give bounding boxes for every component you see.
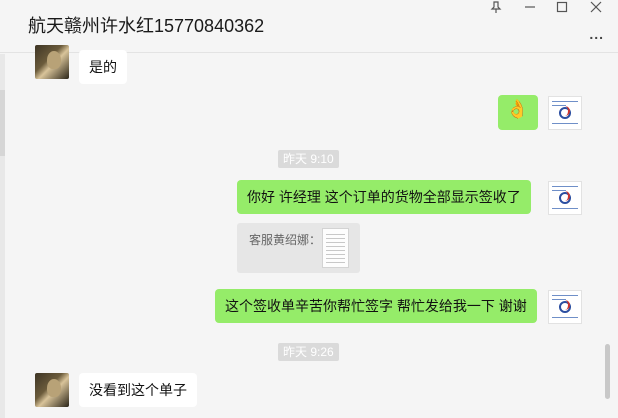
message-bubble[interactable]: 是的 [79, 50, 127, 84]
scrollbar[interactable] [605, 344, 610, 399]
chat-window: 航天赣州许水红15770840362 ... 是的 👌 昨天 9:10 你好 许… [0, 0, 618, 418]
close-icon[interactable] [585, 0, 607, 14]
quote-sender: 客服黄绍娜： [249, 233, 322, 247]
message-bubble[interactable]: 你好 许经理 这个订单的货物全部显示签收了 [237, 180, 531, 214]
quoted-message[interactable]: 客服黄绍娜： [237, 223, 360, 273]
timestamp: 昨天 9:26 [278, 343, 339, 361]
timestamp: 昨天 9:10 [278, 150, 339, 168]
more-icon[interactable]: ... [589, 26, 604, 42]
emoji-bubble[interactable]: 👌 [498, 95, 538, 130]
avatar[interactable] [548, 181, 582, 215]
message-bubble[interactable]: 没看到这个单子 [79, 373, 197, 407]
message-list[interactable]: 是的 👌 昨天 9:10 你好 许经理 这个订单的货物全部显示签收了 客服黄绍娜… [5, 45, 618, 418]
chat-header: 航天赣州许水红15770840362 ... [0, 0, 618, 53]
ok-hand-emoji: 👌 [506, 99, 529, 119]
avatar[interactable] [548, 96, 582, 130]
message-bubble[interactable]: 这个签收单辛苦你帮忙签字 帮忙发给我一下 谢谢 [215, 289, 537, 323]
avatar[interactable] [548, 290, 582, 324]
pin-icon[interactable] [485, 0, 507, 14]
avatar[interactable] [35, 373, 69, 407]
minimize-icon[interactable] [519, 0, 541, 14]
avatar[interactable] [35, 45, 69, 79]
chat-title: 航天赣州许水红15770840362 [28, 16, 265, 36]
maximize-icon[interactable] [551, 0, 573, 14]
quoted-image-thumbnail[interactable] [322, 228, 349, 268]
